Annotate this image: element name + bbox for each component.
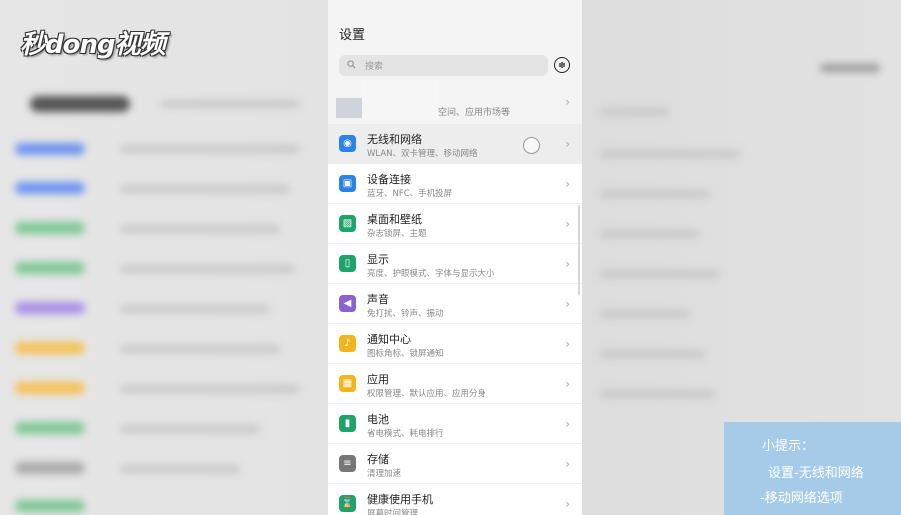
settings-item-subtitle: 省电模式、耗电排行	[367, 429, 444, 439]
blurred-shape	[15, 262, 85, 274]
tip-line-2: -移动网络选项	[760, 491, 843, 506]
blurred-text	[600, 390, 715, 398]
settings-item-subtitle: 清理加速	[367, 469, 402, 479]
settings-item-title: 通知中心	[367, 333, 411, 346]
bell-icon: ♪	[339, 335, 356, 352]
settings-item-subtitle: 免打扰、铃声、振动	[367, 309, 444, 319]
settings-item-notification[interactable]: ♪ 通知中心图标角标、锁屏通知 ›	[328, 324, 582, 364]
settings-item-title: 应用	[367, 373, 389, 386]
wallpaper-icon: ▨	[339, 215, 356, 232]
device-connect-icon: ▣	[339, 175, 356, 192]
chevron-right-icon: ›	[565, 297, 570, 311]
chevron-right-icon: ›	[565, 457, 570, 471]
settings-item-title: 显示	[367, 253, 389, 266]
settings-item-title: 电池	[367, 413, 389, 426]
blurred-shape	[15, 462, 85, 474]
blurred-text	[600, 108, 670, 116]
settings-item-desktop[interactable]: ▨ 桌面和壁纸杂志锁屏、主题 ›	[328, 204, 582, 244]
settings-item-title: 声音	[367, 293, 389, 306]
settings-item-subtitle: 图标角标、锁屏通知	[367, 349, 444, 359]
blurred-text	[120, 225, 280, 233]
chevron-right-icon: ›	[565, 497, 570, 511]
speaker-icon: ◀	[339, 295, 356, 312]
blurred-shape	[15, 500, 85, 512]
settings-item-sound[interactable]: ◀ 声音免打扰、铃声、振动 ›	[328, 284, 582, 324]
settings-item-title: 健康使用手机	[367, 493, 433, 506]
chevron-right-icon: ›	[565, 257, 570, 271]
chevron-right-icon: ›	[565, 217, 570, 231]
blurred-text	[120, 385, 300, 393]
settings-item-battery[interactable]: ▮ 电池省电模式、耗电排行 ›	[328, 404, 582, 444]
blurred-text	[600, 270, 720, 278]
blurred-text	[600, 190, 710, 198]
blurred-text	[120, 185, 290, 193]
phone-settings-screen: 设置 搜索 空间、应用市场等 › ◉ 无线和网络 WLAN、双卡管理、移动网络 › ▣ 设…	[328, 0, 582, 515]
tip-line-1: 设置-无线和网络	[768, 466, 864, 481]
account-name-redacted	[362, 80, 438, 120]
blurred-text	[600, 350, 705, 358]
blurred-text	[120, 425, 260, 433]
settings-item-storage[interactable]: ≡ 存储清理加速 ›	[328, 444, 582, 484]
blurred-shape	[15, 222, 85, 234]
blurred-text	[120, 345, 280, 353]
blurred-text	[120, 145, 300, 153]
settings-item-subtitle: 蓝牙、NFC、手机投屏	[367, 189, 453, 199]
chevron-right-icon: ›	[565, 417, 570, 431]
chevron-right-icon: ›	[565, 137, 570, 151]
tip-box: 小提示： 设置-无线和网络 -移动网络选项	[724, 422, 901, 515]
display-icon: ▯	[339, 255, 356, 272]
blurred-shape	[15, 422, 85, 434]
settings-list: 空间、应用市场等 › ◉ 无线和网络 WLAN、双卡管理、移动网络 › ▣ 设备连接蓝牙、…	[328, 80, 582, 515]
search-placeholder: 搜索	[365, 62, 384, 72]
blurred-text	[120, 265, 295, 273]
settings-item-display[interactable]: ▯ 显示亮度、护眼模式、字体与显示大小 ›	[328, 244, 582, 284]
settings-item-subtitle: WLAN、双卡管理、移动网络	[367, 149, 478, 159]
storage-icon: ≡	[339, 455, 356, 472]
blurred-text	[600, 310, 690, 318]
chevron-right-icon: ›	[565, 337, 570, 351]
settings-item-subtitle: 亮度、护眼模式、字体与显示大小	[367, 269, 495, 279]
settings-item-title: 设备连接	[367, 173, 411, 186]
blurred-text	[600, 150, 740, 158]
blurred-text	[120, 465, 240, 473]
settings-item-title: 无线和网络	[367, 133, 422, 146]
blurred-text	[600, 230, 700, 238]
blurred-text	[120, 305, 270, 313]
apps-grid-icon: ▦	[339, 375, 356, 392]
settings-item-title: 存储	[367, 453, 389, 466]
blurred-shape	[15, 302, 85, 314]
assistant-icon[interactable]	[554, 57, 570, 73]
blurred-text	[160, 100, 300, 108]
settings-item-apps[interactable]: ▦ 应用权限管理、默认应用、应用分身 ›	[328, 364, 582, 404]
settings-item-subtitle: 权限管理、默认应用、应用分身	[367, 389, 487, 399]
scrollbar[interactable]	[578, 205, 580, 295]
blurred-shape	[15, 182, 85, 194]
settings-item-wlan[interactable]: ◉ 无线和网络 WLAN、双卡管理、移动网络 ›	[328, 124, 582, 164]
page-title: 设置	[339, 28, 366, 43]
chevron-right-icon: ›	[565, 177, 570, 191]
blurred-shape	[30, 96, 130, 112]
battery-icon: ▮	[339, 415, 356, 432]
account-row[interactable]: 空间、应用市场等 ›	[328, 80, 582, 124]
blurred-shape	[820, 64, 880, 72]
settings-item-title: 桌面和壁纸	[367, 213, 422, 226]
blurred-shape	[15, 143, 85, 155]
avatar	[336, 98, 362, 118]
settings-item-subtitle: 杂志锁屏、主题	[367, 229, 427, 239]
blurred-shape	[15, 382, 85, 394]
video-watermark-logo: 秒dong视频	[20, 30, 166, 60]
search-input[interactable]: 搜索	[339, 55, 548, 76]
settings-item-digital-balance[interactable]: ⌛ 健康使用手机屏幕时间管理 ›	[328, 484, 582, 515]
chevron-right-icon: ›	[565, 95, 570, 109]
settings-item-device-connect[interactable]: ▣ 设备连接蓝牙、NFC、手机投屏 ›	[328, 164, 582, 204]
blurred-shape	[15, 342, 85, 354]
hourglass-icon: ⌛	[339, 495, 356, 512]
search-icon	[347, 59, 363, 72]
wifi-icon: ◉	[339, 135, 356, 152]
tip-title: 小提示：	[762, 439, 815, 454]
settings-item-subtitle: 屏幕时间管理	[367, 509, 419, 515]
touch-indicator	[523, 137, 540, 154]
chevron-right-icon: ›	[565, 377, 570, 391]
account-subtitle: 空间、应用市场等	[438, 108, 511, 118]
